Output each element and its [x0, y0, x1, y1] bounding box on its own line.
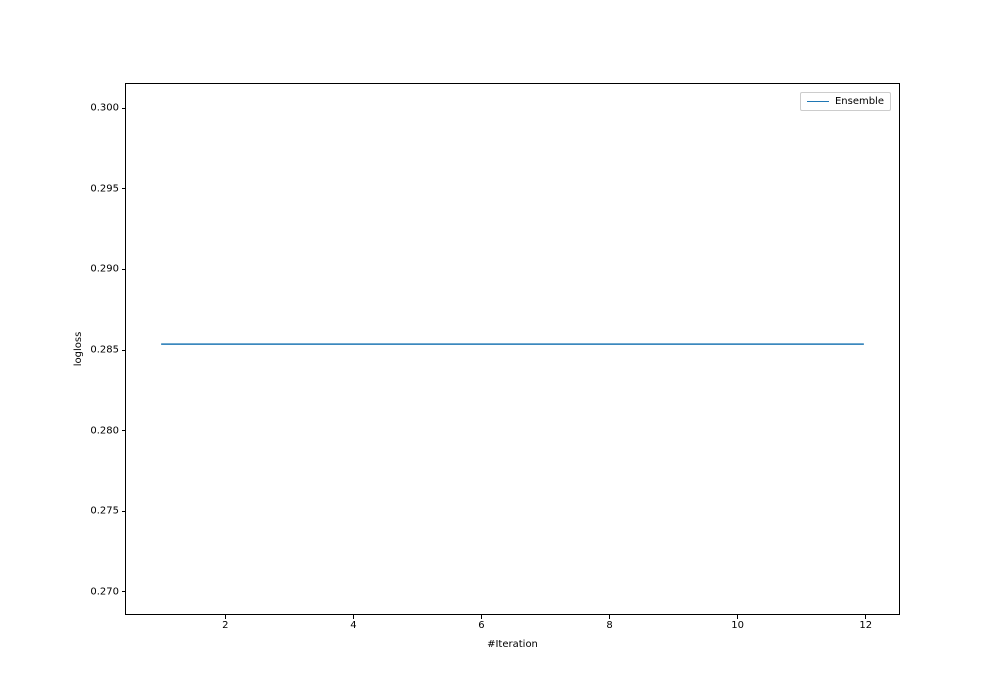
y-tick-label: 0.290 [90, 264, 119, 275]
y-tick-label: 0.270 [90, 586, 119, 597]
x-tick-label: 12 [859, 620, 872, 631]
x-tick-label: 4 [350, 620, 356, 631]
x-tick-label: 6 [478, 620, 484, 631]
y-tick-label: 0.280 [90, 425, 119, 436]
y-tick-mark [122, 269, 126, 270]
y-tick-mark [122, 511, 126, 512]
axes: logloss #Iteration Ensemble 24681012 0.2… [125, 83, 900, 615]
y-axis-label: logloss [73, 332, 84, 367]
legend-swatch-ensemble [807, 101, 829, 102]
x-tick-mark [737, 615, 738, 619]
y-tick-label: 0.285 [90, 345, 119, 356]
y-tick-mark [122, 188, 126, 189]
y-tick-mark [122, 591, 126, 592]
y-tick-label: 0.295 [90, 183, 119, 194]
x-tick-mark [481, 615, 482, 619]
x-tick-mark [609, 615, 610, 619]
y-tick-label: 0.275 [90, 506, 119, 517]
y-tick-mark [122, 350, 126, 351]
figure: logloss #Iteration Ensemble 2 4 6 8 10 12 0.2… [0, 0, 1000, 700]
legend: Ensemble [800, 92, 891, 111]
x-tick-mark [865, 615, 866, 619]
x-tick-label: 2 [222, 620, 228, 631]
y-tick-mark [122, 430, 126, 431]
y-tick-mark [122, 108, 126, 109]
y-tick-label: 0.300 [90, 103, 119, 114]
plot-area [126, 84, 899, 614]
x-axis-label: #Iteration [487, 639, 538, 650]
x-tick-label: 10 [731, 620, 744, 631]
legend-label-ensemble: Ensemble [835, 96, 884, 107]
x-tick-mark [225, 615, 226, 619]
x-tick-mark [353, 615, 354, 619]
x-tick-label: 8 [606, 620, 612, 631]
